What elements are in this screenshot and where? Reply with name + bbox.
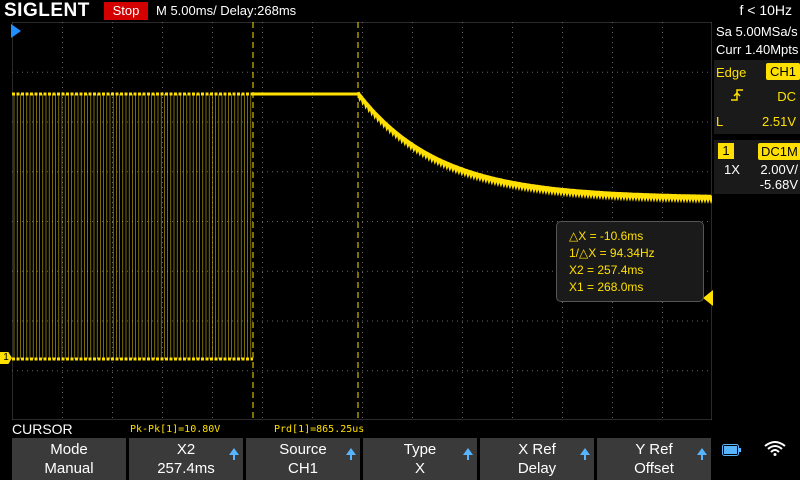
sample-rate-readout: Sa 5.00MSa/s <box>716 24 798 39</box>
top-status-bar: SIGLENT Stop M 5.00ms/ Delay:268ms f < 1… <box>0 0 800 22</box>
rising-edge-icon <box>731 89 743 101</box>
trigger-level-marker <box>703 290 713 306</box>
channel-coupling-badge: DC1M <box>758 143 800 160</box>
x1-readout: X1 = 268.0ms <box>569 280 644 294</box>
knob-arrow-icon <box>697 448 707 460</box>
softkey-title: Source <box>279 441 327 458</box>
timebase-readout[interactable]: M 5.00ms/ Delay:268ms <box>156 3 296 18</box>
channel-scale: 2.00V/ <box>760 162 798 177</box>
trigger-source-badge: CH1 <box>766 63 800 80</box>
memory-depth-readout: Curr 1.40Mpts <box>716 42 799 57</box>
softkey-mode[interactable]: Mode Manual <box>12 438 126 480</box>
softkey-type[interactable]: Type X <box>363 438 477 480</box>
softkey-value: X <box>414 460 425 477</box>
softkey-title: X Ref <box>518 441 556 458</box>
period-measurement: Prd[1]=865.25us <box>274 424 365 435</box>
softkey-x2[interactable]: X2 257.4ms <box>129 438 243 480</box>
softkey-value: 257.4ms <box>157 460 215 477</box>
softkey-value: Offset <box>634 460 674 477</box>
softkey-value: Manual <box>44 460 94 477</box>
trigger-position-marker <box>11 24 21 38</box>
trigger-type-label: Edge <box>716 65 747 80</box>
trigger-frequency-readout: f < 10Hz <box>739 2 792 18</box>
cursor-readout-panel: △X = -10.6ms 1/△X = 94.34Hz X2 = 257.4ms… <box>556 221 704 302</box>
channel-probe: 1X <box>724 162 740 177</box>
pk-pk-measurement: Pk-Pk[1]=10.80V <box>130 424 221 435</box>
softkey-title: Y Ref <box>635 441 673 458</box>
inverse-delta-x-readout: 1/△X = 94.34Hz <box>569 246 655 260</box>
softkey-title: X2 <box>176 441 196 458</box>
trigger-level-label: L <box>716 114 724 129</box>
softkey-x-ref[interactable]: X Ref Delay <box>480 438 594 480</box>
knob-arrow-icon <box>229 448 239 460</box>
trigger-panel[interactable]: Edge CH1 DC L 2.51V <box>714 60 800 134</box>
measurement-bar: CURSOR Pk-Pk[1]=10.80V Prd[1]=865.25us <box>0 421 800 437</box>
softkey-title: Mode <box>50 441 88 458</box>
knob-arrow-icon <box>346 448 356 460</box>
trigger-coupling: DC <box>777 89 796 104</box>
menu-title: CURSOR <box>12 421 73 437</box>
run-state-badge[interactable]: Stop <box>104 2 148 20</box>
knob-arrow-icon <box>580 448 590 460</box>
softkey-y-ref[interactable]: Y Ref Offset <box>597 438 711 480</box>
wifi-icon <box>764 441 786 456</box>
delta-x-readout: △X = -10.6ms <box>569 229 644 243</box>
softkey-value: CH1 <box>287 460 318 477</box>
x2-readout: X2 = 257.4ms <box>569 263 644 277</box>
channel-offset: -5.68V <box>759 177 798 192</box>
channel1-panel[interactable]: 1 DC1M 1X 2.00V/ -5.68V <box>714 140 800 194</box>
brand-logo: SIGLENT <box>4 0 90 21</box>
trigger-level-value: 2.51V <box>762 114 796 129</box>
battery-icon <box>722 444 741 456</box>
softkey-title: Type <box>403 441 437 458</box>
knob-arrow-icon <box>463 448 473 460</box>
ch1-ground-marker: 1 <box>0 352 12 364</box>
channel-number-badge: 1 <box>718 143 734 159</box>
softkey-source[interactable]: Source CH1 <box>246 438 360 480</box>
softkey-value: Delay <box>517 460 557 477</box>
